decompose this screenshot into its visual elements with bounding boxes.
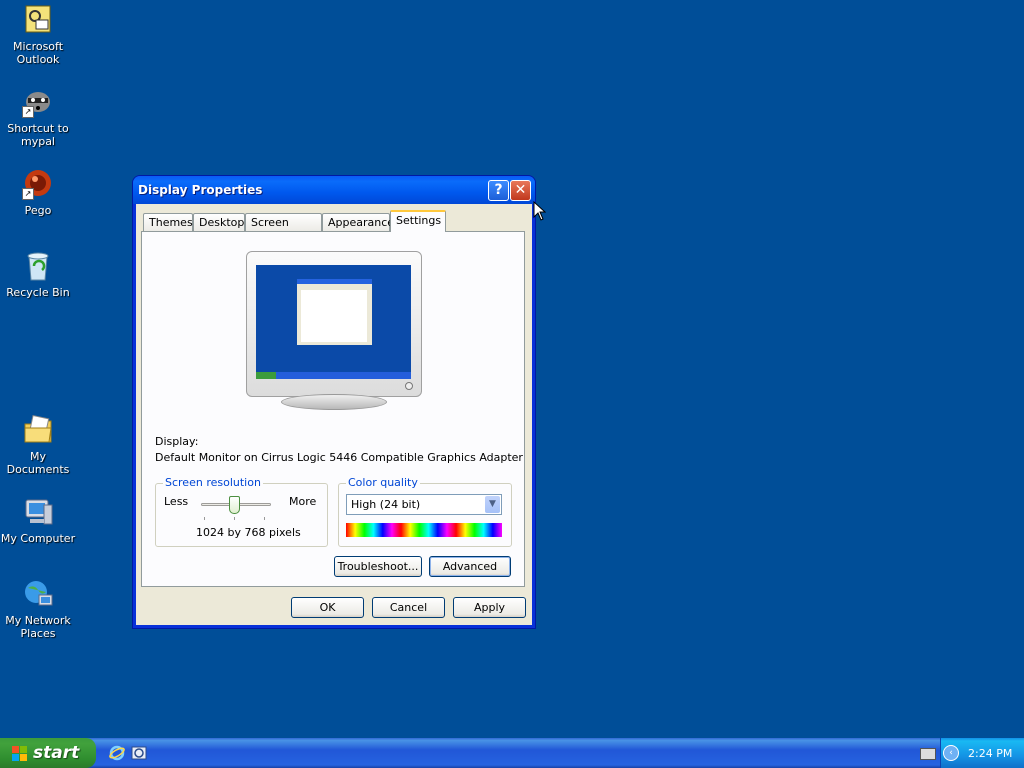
display-adapter-value: Default Monitor on Cirrus Logic 5446 Com… xyxy=(155,451,523,464)
window-client-area: Themes Desktop Screen Saver Appearance S… xyxy=(136,204,532,625)
resolution-more-label: More xyxy=(289,495,317,508)
desktop-icon-label: My Documents xyxy=(6,450,70,476)
tab-desktop[interactable]: Desktop xyxy=(193,213,245,231)
resolution-less-label: Less xyxy=(164,495,189,508)
resolution-slider-thumb[interactable] xyxy=(229,496,240,514)
keyboard-icon[interactable] xyxy=(920,748,936,760)
taskbar: start ‹ 2:24 PM xyxy=(0,738,1024,768)
my-computer-icon xyxy=(22,496,54,528)
monitor-stand xyxy=(281,394,387,410)
tab-settings[interactable]: Settings xyxy=(390,210,446,232)
help-button[interactable]: ? xyxy=(488,180,509,201)
advanced-label: Advanced xyxy=(442,560,498,573)
resolution-value: 1024 by 768 pixels xyxy=(196,526,301,539)
shortcut-arrow-icon: ↗ xyxy=(22,106,34,118)
ok-button[interactable]: OK xyxy=(291,597,364,618)
internet-explorer-icon[interactable] xyxy=(109,745,125,761)
color-quality-select[interactable]: High (24 bit) ▼ xyxy=(346,494,502,515)
help-icon: ? xyxy=(494,182,503,198)
close-button[interactable]: ✕ xyxy=(510,180,531,201)
outlook-icon xyxy=(22,4,54,36)
screen-resolution-group: Screen resolution Less More 1024 by 768 … xyxy=(155,476,328,547)
chevron-left-icon[interactable]: ‹ xyxy=(943,745,959,761)
clock[interactable]: 2:24 PM xyxy=(968,747,1012,760)
tab-label: Appearance xyxy=(328,216,395,229)
system-tray: ‹ 2:24 PM xyxy=(940,738,1024,768)
start-button[interactable]: start xyxy=(0,738,96,768)
my-documents-icon xyxy=(22,414,54,446)
monitor-screen-preview xyxy=(256,265,411,379)
cancel-button[interactable]: Cancel xyxy=(372,597,445,618)
pego-icon: ↗ xyxy=(22,168,54,200)
advanced-button[interactable]: Advanced xyxy=(429,556,511,577)
mypal-raccoon-icon: ↗ xyxy=(22,86,54,118)
tab-label: Settings xyxy=(396,214,442,227)
color-spectrum-bar xyxy=(346,523,502,537)
outlook-express-icon[interactable] xyxy=(131,745,147,761)
close-icon: ✕ xyxy=(514,182,527,198)
windows-logo-icon xyxy=(12,746,27,761)
monitor-preview xyxy=(246,251,422,397)
screen-resolution-title: Screen resolution xyxy=(163,476,263,489)
desktop-icon-label: Recycle Bin xyxy=(6,286,70,299)
ok-label: OK xyxy=(319,601,336,614)
network-places-icon xyxy=(22,578,54,610)
display-properties-window: Display Properties ? ✕ Themes Desktop Sc… xyxy=(133,176,535,628)
shortcut-arrow-icon: ↗ xyxy=(22,188,34,200)
slider-tick xyxy=(264,517,265,520)
desktop-icon-label: Shortcut to mypal xyxy=(7,122,69,148)
troubleshoot-label: Troubleshoot... xyxy=(337,560,419,573)
tab-screen-saver[interactable]: Screen Saver xyxy=(245,213,322,247)
desktop-icon-label: Pego xyxy=(24,204,52,217)
display-label: Display: xyxy=(155,435,199,448)
window-title: Display Properties xyxy=(138,183,263,197)
desktop-icon-my-computer[interactable]: My Computer xyxy=(0,496,76,545)
troubleshoot-button[interactable]: Troubleshoot... xyxy=(334,556,422,577)
desktop-icon-recycle-bin[interactable]: Recycle Bin xyxy=(0,250,76,299)
monitor-power-led xyxy=(405,382,413,390)
color-quality-group: Color quality High (24 bit) ▼ xyxy=(338,476,512,547)
desktop-icon-label: My Network Places xyxy=(5,614,71,640)
slider-tick xyxy=(204,517,205,520)
cancel-label: Cancel xyxy=(389,601,428,614)
desktop-icon-outlook[interactable]: Microsoft Outlook xyxy=(0,4,76,66)
tab-themes[interactable]: Themes xyxy=(143,213,193,231)
desktop-icon-network-places[interactable]: My Network Places xyxy=(0,578,76,640)
desktop-icon-label: My Computer xyxy=(0,532,76,545)
mouse-cursor-icon xyxy=(533,201,546,221)
start-label: start xyxy=(33,743,80,763)
slider-tick xyxy=(234,517,235,520)
settings-panel: Display: Default Monitor on Cirrus Logic… xyxy=(141,231,525,587)
apply-label: Apply xyxy=(473,601,506,614)
color-quality-selected: High (24 bit) xyxy=(351,498,421,511)
mini-window-preview xyxy=(297,279,372,345)
mini-taskbar-preview xyxy=(256,372,411,379)
color-quality-title: Color quality xyxy=(346,476,420,489)
chevron-down-icon[interactable]: ▼ xyxy=(485,496,500,513)
apply-button[interactable]: Apply xyxy=(453,597,526,618)
tab-label: Themes xyxy=(149,216,193,229)
desktop-icon-mypal[interactable]: ↗ Shortcut to mypal xyxy=(0,86,76,148)
title-bar[interactable]: Display Properties ? ✕ xyxy=(133,176,535,204)
desktop-icon-pego[interactable]: ↗ Pego xyxy=(0,168,76,217)
tab-appearance[interactable]: Appearance xyxy=(322,213,394,231)
desktop-icon-my-documents[interactable]: My Documents xyxy=(0,414,76,476)
tab-label: Desktop xyxy=(199,216,245,229)
desktop-icon-label: Microsoft Outlook xyxy=(12,40,64,66)
recycle-bin-icon xyxy=(22,250,54,282)
